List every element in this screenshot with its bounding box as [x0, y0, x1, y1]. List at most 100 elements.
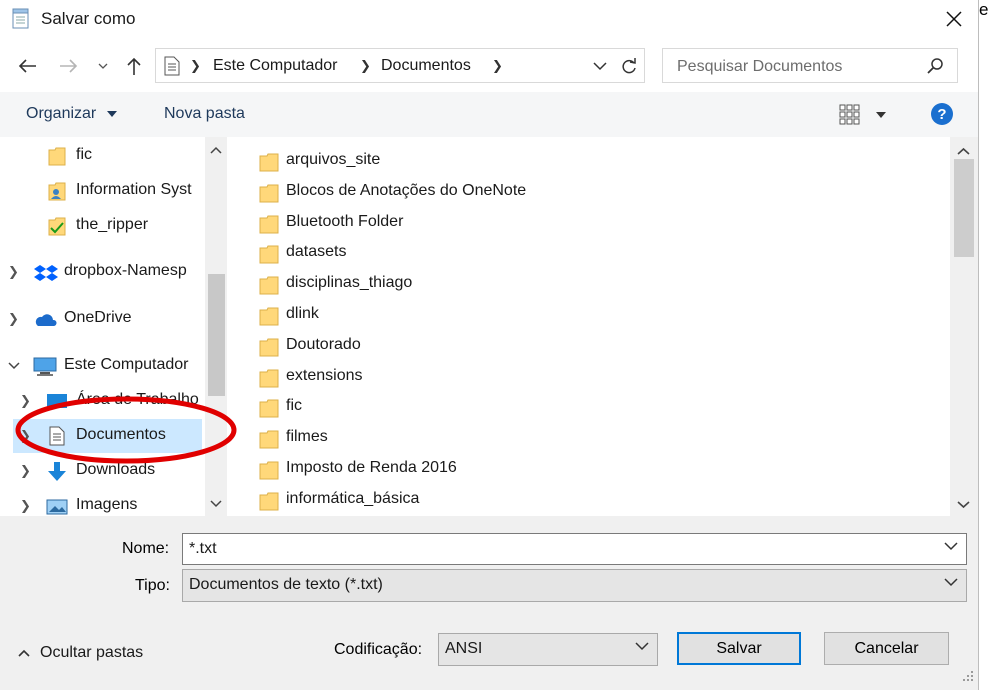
file-list-scrollbar[interactable] [950, 137, 978, 516]
breadcrumb-separator-icon[interactable]: ❯ [190, 58, 201, 74]
forward-button[interactable] [56, 52, 82, 80]
folder-icon [259, 307, 279, 326]
scroll-thumb[interactable] [208, 274, 225, 396]
scroll-up-icon[interactable] [210, 143, 222, 157]
recent-locations-button[interactable] [94, 52, 112, 80]
nav-item-area-de-trabalho[interactable]: ❯ Área de Trabalho [0, 384, 205, 418]
search-input[interactable] [675, 55, 919, 79]
expand-arrow-icon[interactable]: ❯ [20, 463, 31, 479]
folder-icon [259, 215, 279, 234]
search-icon[interactable] [927, 57, 945, 75]
chevron-down-icon[interactable] [944, 542, 958, 551]
folder-icon [259, 276, 279, 295]
arrow-right-icon [60, 59, 78, 73]
nav-item-label: the_ripper [76, 216, 149, 233]
breadcrumb-separator-icon[interactable]: ❯ [360, 58, 371, 74]
name-label: Nome: [122, 540, 170, 557]
bottom-panel: Nome: *.txt Tipo: Documentos de texto (*… [0, 516, 978, 690]
title-bar: Salvar como [0, 0, 978, 38]
chevron-down-icon[interactable] [593, 62, 607, 71]
back-button[interactable] [14, 52, 40, 80]
expand-arrow-icon[interactable]: ❯ [8, 264, 19, 280]
scroll-down-icon[interactable] [210, 497, 222, 511]
nav-item-the-ripper[interactable]: the_ripper [0, 209, 205, 243]
expand-arrow-icon[interactable]: ❯ [8, 311, 19, 327]
arrow-up-icon [127, 57, 141, 75]
folder-icon [259, 492, 279, 511]
file-item[interactable]: dlink [259, 301, 579, 329]
scroll-down-icon[interactable] [957, 497, 970, 512]
breadcrumb-separator-icon[interactable]: ❯ [492, 58, 503, 74]
file-item[interactable]: disciplinas_thiago [259, 270, 579, 298]
scroll-up-icon[interactable] [957, 143, 970, 158]
file-item-name: arquivos_site [286, 151, 381, 168]
nav-item-imagens[interactable]: ❯ Imagens [0, 489, 205, 516]
file-item[interactable]: extensions [259, 363, 579, 391]
search-box[interactable] [662, 48, 958, 83]
chevron-down-icon [635, 642, 649, 651]
view-options-icon[interactable] [839, 104, 861, 126]
chevron-up-icon [18, 649, 30, 657]
nav-item-label: Downloads [76, 461, 156, 478]
folder-icon [259, 338, 279, 357]
expand-arrow-icon[interactable]: ❯ [20, 498, 31, 514]
folder-icon [48, 147, 66, 166]
close-button[interactable] [934, 4, 974, 34]
file-type-select[interactable]: Documentos de texto (*.txt) [182, 569, 967, 602]
nav-item-documentos[interactable]: ❯ Documentos [13, 419, 202, 453]
encoding-select[interactable]: ANSI [438, 633, 658, 666]
up-button[interactable] [121, 52, 147, 80]
nav-item-label: OneDrive [64, 309, 132, 326]
hide-folders-button[interactable]: Ocultar pastas [18, 644, 143, 662]
cancel-button[interactable]: Cancelar [824, 632, 949, 665]
address-bar[interactable]: ❯ Este Computador ❯ Documentos ❯ [155, 48, 645, 83]
arrow-left-icon [18, 59, 36, 73]
file-item-name: datasets [286, 243, 347, 261]
file-item[interactable]: informática_básica [259, 486, 579, 514]
file-item[interactable]: Blocos de Anotações do OneNote [259, 178, 579, 206]
new-folder-button[interactable]: Nova pasta [164, 105, 245, 123]
nav-pane-scrollbar[interactable] [205, 137, 227, 516]
svg-text:?: ? [937, 106, 946, 123]
save-button[interactable]: Salvar [677, 632, 801, 665]
file-item[interactable]: Bluetooth Folder [259, 209, 579, 237]
refresh-icon[interactable] [621, 57, 637, 75]
navigation-pane[interactable]: fic Information Syst the_ripper ❯ dropbo… [0, 137, 228, 516]
nav-item-label: Information Syst [76, 181, 192, 198]
expand-arrow-icon[interactable]: ❯ [20, 393, 31, 409]
file-item[interactable]: filmes [259, 424, 579, 452]
dialog-title: Salvar como [41, 9, 136, 28]
folder-icon [259, 399, 279, 418]
resize-grip-icon[interactable] [960, 668, 974, 682]
nav-item-label: Documentos [76, 426, 166, 443]
background-window-edge: e [978, 0, 988, 690]
expand-arrow-icon[interactable]: ❯ [20, 428, 31, 444]
file-name-field[interactable]: *.txt [182, 533, 967, 565]
file-item[interactable]: datasets [259, 239, 579, 267]
file-item[interactable]: fic [259, 393, 579, 421]
folder-icon [259, 184, 279, 203]
organize-button[interactable]: Organizar [26, 105, 117, 123]
encoding-label: Codificação: [334, 641, 423, 658]
file-item-name: Imposto de Renda 2016 [286, 459, 457, 476]
file-item[interactable]: Imposto de Renda 2016 [259, 455, 579, 483]
file-item[interactable]: arquivos_site [259, 147, 579, 175]
breadcrumb-documentos[interactable]: Documentos [381, 57, 471, 75]
file-item[interactable]: Doutorado [259, 332, 579, 360]
help-icon[interactable]: ? [930, 102, 954, 126]
nav-item-dropbox[interactable]: ❯ dropbox-Namesp [0, 255, 205, 289]
nav-item-onedrive[interactable]: ❯ OneDrive [0, 302, 205, 336]
nav-item-fic[interactable]: fic [0, 139, 205, 173]
folder-icon [259, 461, 279, 480]
caret-down-icon[interactable] [876, 112, 886, 118]
nav-item-este-computador[interactable]: Este Computador [0, 349, 205, 383]
breadcrumb-este-computador[interactable]: Este Computador [213, 57, 338, 75]
nav-item-downloads[interactable]: ❯ Downloads [0, 454, 205, 488]
collapse-arrow-icon[interactable] [8, 362, 20, 370]
nav-item-information-syst[interactable]: Information Syst [0, 174, 205, 208]
file-name-value: *.txt [189, 540, 217, 557]
scroll-thumb[interactable] [954, 159, 974, 257]
nav-item-label: dropbox-Namesp [64, 262, 187, 279]
desktop-icon [47, 394, 67, 408]
file-list[interactable]: arquivos_site Blocos de Anotações do OneN… [229, 137, 949, 516]
